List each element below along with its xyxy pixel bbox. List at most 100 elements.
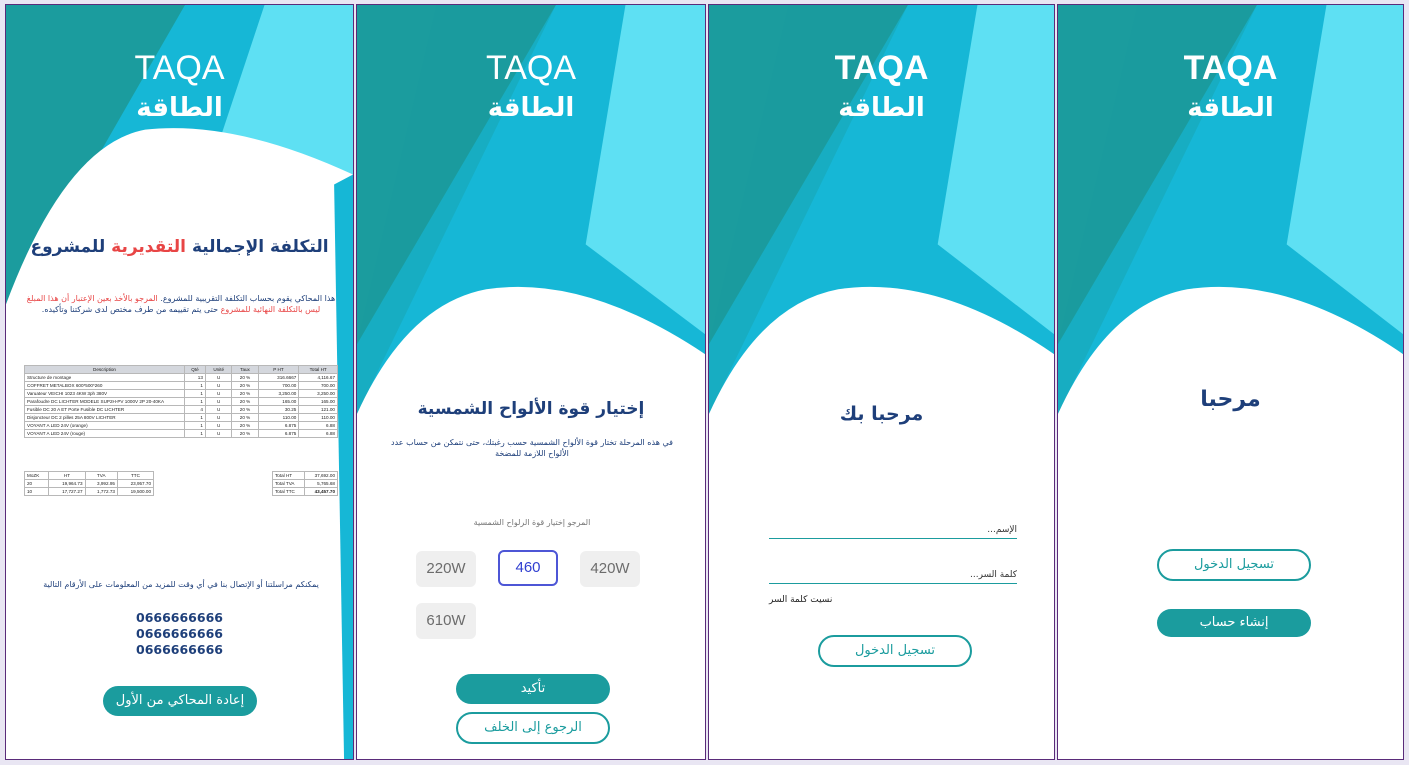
contact-text: يمكنكم مراسلتنا أو الإتصال بنا في أي وقت… — [43, 580, 319, 589]
table-cell: 110.00 — [298, 413, 338, 422]
table-row: Disjoncteur DC 2 pilles 25A 800V LICHTER… — [24, 413, 338, 422]
table-cell: 1 — [184, 389, 206, 398]
page-title: إختيار قوة الألواح الشمسية — [417, 399, 645, 419]
table-cell: 20 % — [231, 421, 259, 430]
table-header: Taux — [231, 365, 259, 374]
table-cell: COFFRET METALBOX 600*500*260 — [24, 381, 185, 390]
password-field[interactable] — [769, 562, 1017, 586]
table-cell: U — [204, 373, 233, 382]
table-cell: 6.875 — [257, 421, 300, 430]
brand-name-en: TAQA — [485, 49, 577, 87]
table-cell: 3,250.00 — [298, 389, 338, 398]
table-cell: Structure de montage — [24, 373, 185, 382]
table-cell: Total HT — [271, 471, 306, 480]
login-screen: TAQA الطاقة مرحبا بك نسيت كلمة السر تسجي… — [708, 4, 1055, 760]
table-cell: U — [204, 397, 233, 406]
name-input[interactable] — [769, 519, 1017, 541]
disclaimer-text: هذا المحاكي يقوم بحساب التكلفة التقريبية… — [20, 293, 342, 315]
table-cell: 3,992.95 — [84, 479, 118, 488]
table-cell: 19,500.00 — [116, 487, 155, 496]
tax-summary-table: MoZK HT TVA TTC 20 19,964.73 3,992.95 23… — [23, 471, 155, 496]
table-cell: 4 — [184, 405, 206, 414]
login-button[interactable]: تسجيل الدخول — [1157, 549, 1311, 581]
table-cell: Disjoncteur DC 2 pilles 25A 800V LICHTER — [24, 413, 185, 422]
welcome-screen: TAQA الطاقة مرحبا تسجيل الدخول إنشاء حسا… — [1057, 4, 1404, 760]
brand-name-en: TAQA — [1183, 49, 1278, 87]
table-cell: 6.875 — [257, 429, 300, 438]
brand-name-ar: الطاقة — [838, 93, 925, 123]
table-cell: 316.6667 — [257, 373, 300, 382]
table-cell: 1 — [184, 421, 206, 430]
phone-number[interactable]: 0666666666 — [6, 642, 353, 658]
table-row: 10 17,727.27 1,772.73 19,500.00 — [23, 487, 155, 496]
table-cell: MoZK — [23, 471, 50, 480]
table-row: Structure de montage 13 U 20 % 316.6667 … — [24, 373, 338, 382]
table-cell: U — [204, 381, 233, 390]
table-cell: HT — [48, 471, 86, 480]
table-header: P HT — [257, 365, 300, 374]
table-cell: 5,765.68 — [304, 479, 338, 488]
table-row: VOYANT A LED 24V (orange) 1 U 20 % 6.875… — [24, 421, 338, 430]
brand-name-ar: الطاقة — [487, 93, 575, 123]
password-input[interactable] — [769, 564, 1017, 586]
table-row: Varuateur VEICHI 1023 4KW 3ph 380V 1 U 2… — [24, 389, 338, 398]
table-cell: 6.88 — [298, 421, 338, 430]
forgot-password-link[interactable]: نسيت كلمة السر — [769, 595, 832, 605]
table-cell: 23,957.70 — [116, 479, 155, 488]
table-cell: Parafoudre DC LICHTER MODELE SUP2H-PV 10… — [24, 397, 185, 406]
power-option-610w[interactable]: 610W — [416, 603, 476, 639]
page-title: مرحبا — [1200, 387, 1261, 412]
table-cell: 20 % — [231, 413, 259, 422]
confirm-button[interactable]: تأكيد — [456, 674, 610, 704]
table-cell: U — [204, 413, 233, 422]
brand-name-ar: الطاقة — [136, 93, 223, 123]
back-button[interactable]: الرجوع إلى الخلف — [456, 712, 610, 744]
title-part-total: التكلفة الإجمالية — [191, 237, 329, 257]
table-cell: 19,964.73 — [48, 479, 86, 488]
table-row: 20 19,964.73 3,992.95 23,957.70 — [23, 479, 155, 488]
table-cell: Fusible DC 20 A ET Porte Fusible DC LICH… — [24, 405, 185, 414]
table-cell: VOYANT A LED 24V (orange) — [24, 421, 185, 430]
table-cell: Varuateur VEICHI 1023 4KW 3ph 380V — [24, 389, 185, 398]
table-row: Total TTC 43,457.70 — [271, 487, 338, 496]
power-option-460[interactable]: 460 — [498, 550, 558, 586]
table-row: Fusible DC 20 A ET Porte Fusible DC LICH… — [24, 405, 338, 414]
table-cell: U — [204, 421, 233, 430]
table-cell: 17,727.27 — [48, 487, 86, 496]
page-title: التكلفة الإجمالية التقديرية للمشروع — [6, 237, 353, 257]
table-row: VOYANT A LED 24V (rouge) 1 U 20 % 6.875 … — [24, 429, 338, 438]
disclaimer-part-3: حتى يتم تقييمه من طرف مختص لدى شركتنا وت… — [41, 305, 219, 314]
table-cell: 1 — [184, 381, 206, 390]
table-cell: 1 — [184, 413, 206, 422]
table-cell: 20 % — [231, 429, 259, 438]
create-account-button[interactable]: إنشاء حساب — [1157, 609, 1311, 637]
table-cell: VOYANT A LED 24V (rouge) — [24, 429, 185, 438]
page-description: في هذه المرحلة تختار قوة الألواح الشمسية… — [391, 438, 673, 458]
table-cell: 43,457.70 — [304, 487, 338, 496]
table-cell: U — [204, 429, 233, 438]
cost-summary-screen: TAQA الطاقة التكلفة الإجمالية التقديرية … — [5, 4, 354, 760]
table-row: MoZK HT TVA TTC — [23, 471, 155, 480]
disclaimer-part-1: هذا المحاكي يقوم بحساب التكلفة التقريبية… — [160, 294, 336, 303]
select-prompt: المرجو إختيار قوة الرلواح الشمسية — [473, 518, 591, 527]
table-cell: U — [204, 389, 233, 398]
table-cell: 1 — [184, 429, 206, 438]
brand-name-en: TAQA — [834, 49, 929, 87]
name-field[interactable] — [769, 517, 1017, 541]
table-cell: 1 — [184, 397, 206, 406]
phone-list: 0666666666 0666666666 0666666666 — [6, 610, 353, 658]
table-cell: TVA — [84, 471, 118, 480]
phone-number[interactable]: 0666666666 — [6, 626, 353, 642]
invoice-table: Description Qté Unité Taux P HT Total HT… — [24, 365, 338, 438]
table-cell: 1,772.73 — [84, 487, 118, 496]
login-button[interactable]: تسجيل الدخول — [818, 635, 972, 667]
restart-simulator-button[interactable]: إعادة المحاكي من الأول — [103, 686, 257, 716]
phone-number[interactable]: 0666666666 — [6, 610, 353, 626]
power-option-420w[interactable]: 420W — [580, 551, 640, 587]
table-cell: TTC — [116, 471, 155, 480]
table-header-row: Description Qté Unité Taux P HT Total HT — [24, 365, 338, 374]
page-title: مرحبا بك — [839, 403, 924, 425]
panel-power-screen: TAQA الطاقة إختيار قوة الألواح الشمسية ف… — [356, 4, 706, 760]
table-row: Total TVA 5,765.68 — [271, 479, 338, 488]
power-option-220w[interactable]: 220W — [416, 551, 476, 587]
